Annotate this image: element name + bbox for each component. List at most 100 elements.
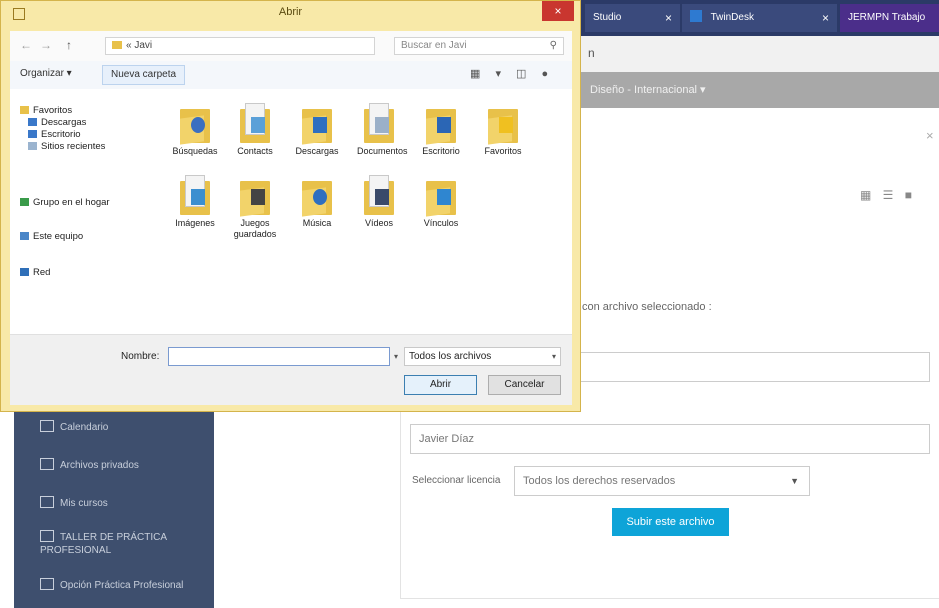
nav-item-label: Grupo en el hogar [33,197,110,208]
cancel-button[interactable]: Cancelar [488,375,561,395]
sidebar-item-private-files[interactable]: Archivos privados [40,458,139,471]
nav-item-homegroup[interactable]: Grupo en el hogar [20,197,110,208]
site-nav-menu[interactable]: Diseño - Internacional ▾ [590,83,706,96]
folder-icon [488,103,518,145]
folder-favoritos[interactable]: Favoritos [470,103,536,157]
folder-icon [240,175,270,217]
recent-places-icon [28,142,37,150]
desktop-icon [28,130,37,138]
graduation-cap-icon [40,530,54,542]
sidebar-item-label: TALLER DE PRÁCTICA PROFESIONAL [40,532,167,556]
view-mode-icons[interactable]: ▦ ☰ ■ [860,188,916,202]
folder-contacts[interactable]: Contacts [222,103,288,157]
nav-item-network[interactable]: Red [20,267,50,278]
graduation-cap-icon [40,578,54,590]
folder-documentos[interactable]: Documentos [346,103,412,157]
computer-icon [20,232,29,240]
dialog-close-button[interactable]: × [542,1,574,21]
file-label: Imágenes [175,218,215,228]
filename-label: Nombre: [121,351,160,362]
sidebar-item-course-2[interactable]: Opción Práctica Profesional [40,578,190,592]
folder-juegos-guardados[interactable]: Juegos guardados [222,175,288,240]
selected-file-hint: con archivo seleccionado : [582,301,712,313]
nav-item-label: Escritorio [41,129,81,140]
organize-menu[interactable]: Organizar ▾ [20,68,72,79]
browser-tab-twindesk[interactable]: TwinDesk × [682,4,837,32]
download-icon [28,118,37,126]
nav-item-label: Favoritos [33,105,73,116]
nav-item-label: Sitios recientes [41,141,106,152]
sidebar-item-calendar[interactable]: Calendario [40,420,108,433]
filter-value: Todos los archivos [409,351,492,362]
new-folder-button[interactable]: Nueva carpeta [102,65,186,85]
moodle-sidebar: Calendario Archivos privados Mis cursos … [14,410,214,608]
dialog-body: ← → ↑ « Javi ▾ ↻ Buscar en Javi ⚲ Organi… [10,31,572,405]
graduation-cap-icon [40,496,54,508]
sidebar-item-label: Mis cursos [60,498,108,509]
sidebar-item-label: Calendario [60,422,109,433]
path-breadcrumb[interactable]: « Javi ▾ ↻ [105,37,462,55]
dialog-title: Abrir [278,6,303,18]
nav-item-favorites[interactable]: Favoritos [20,105,72,116]
author-field[interactable]: Javier Díaz [410,424,930,454]
back-arrow-icon[interactable]: ← [20,38,32,52]
license-select[interactable]: Todos los derechos reservados ▼ [514,466,810,496]
nav-item-recent[interactable]: Sitios recientes [28,141,105,152]
folder-descargas[interactable]: Descargas [284,103,350,157]
dialog-footer: Nombre: ▾ Todos los archivos ▾ Abrir Can… [10,334,572,405]
search-icon[interactable]: ⚲ [550,38,557,54]
file-label: Vínculos [423,218,459,228]
folder-busquedas[interactable]: Búsquedas [162,103,228,157]
star-icon [20,106,29,114]
file-type-filter[interactable]: Todos los archivos ▾ [404,347,561,366]
nav-item-this-pc[interactable]: Este equipo [20,231,83,242]
chevron-down-icon: ▼ [790,476,799,486]
folder-icon [302,103,332,145]
file-label: Documentos [357,146,408,156]
filename-input[interactable] [168,347,390,366]
forward-arrow-icon[interactable]: → [40,38,52,52]
sidebar-item-my-courses[interactable]: Mis cursos [40,496,108,509]
search-placeholder: Buscar en Javi [401,40,467,51]
up-arrow-icon[interactable]: ↑ [66,38,72,52]
nav-item-downloads[interactable]: Descargas [28,117,86,128]
address-text: n [588,46,595,60]
tab-label: TwinDesk [710,12,754,23]
dialog-toolbar: Organizar ▾ Nueva carpeta ▦ ▾ ◫ ● [10,61,572,90]
folder-icon [112,41,122,49]
network-icon [20,268,29,276]
chevron-down-icon[interactable]: ▾ [390,347,402,366]
folder-icon [180,103,210,145]
folder-vinculos[interactable]: Vínculos [408,175,474,229]
folder-imagenes[interactable]: Imágenes [162,175,228,229]
file-label: Vídeos [364,218,394,228]
folder-musica[interactable]: Música [284,175,350,229]
nav-item-desktop[interactable]: Escritorio [28,129,81,140]
file-label: Búsquedas [172,146,218,156]
sidebar-item-course-1[interactable]: TALLER DE PRÁCTICA PROFESIONAL [40,530,190,557]
upload-file-button[interactable]: Subir este archivo [612,508,729,536]
breadcrumb-text: « Javi [126,40,153,51]
file-label: Música [302,218,332,228]
folder-escritorio[interactable]: Escritorio [408,103,474,157]
dialog-nav-row: ← → ↑ « Javi ▾ ↻ Buscar en Javi ⚲ [10,31,572,61]
homegroup-icon [20,198,29,206]
tab-close-icon[interactable]: × [822,4,829,32]
folder-icon [302,175,332,217]
twitter-icon [690,10,702,22]
calendar-icon [40,420,54,432]
tab-close-icon[interactable]: × [665,4,672,32]
file-list: Búsquedas Contacts Descargas Documentos … [156,89,572,334]
folder-icon [364,175,394,215]
view-options-icons[interactable]: ▦ ▾ ◫ ● [470,67,554,80]
sidebar-item-label: Archivos privados [60,460,139,471]
folder-icon [426,175,456,217]
browser-tab-studio[interactable]: Studio × [585,4,680,32]
folder-videos[interactable]: Vídeos [346,175,412,229]
search-input[interactable]: Buscar en Javi ⚲ [394,37,564,55]
chevron-down-icon: ▾ [551,352,556,361]
sidebar-item-label: Opción Práctica Profesional [60,580,184,591]
open-button[interactable]: Abrir [404,375,477,395]
browser-tab-trabajo[interactable]: JERMPN Trabajo [840,4,939,32]
close-icon[interactable]: × [926,128,934,143]
